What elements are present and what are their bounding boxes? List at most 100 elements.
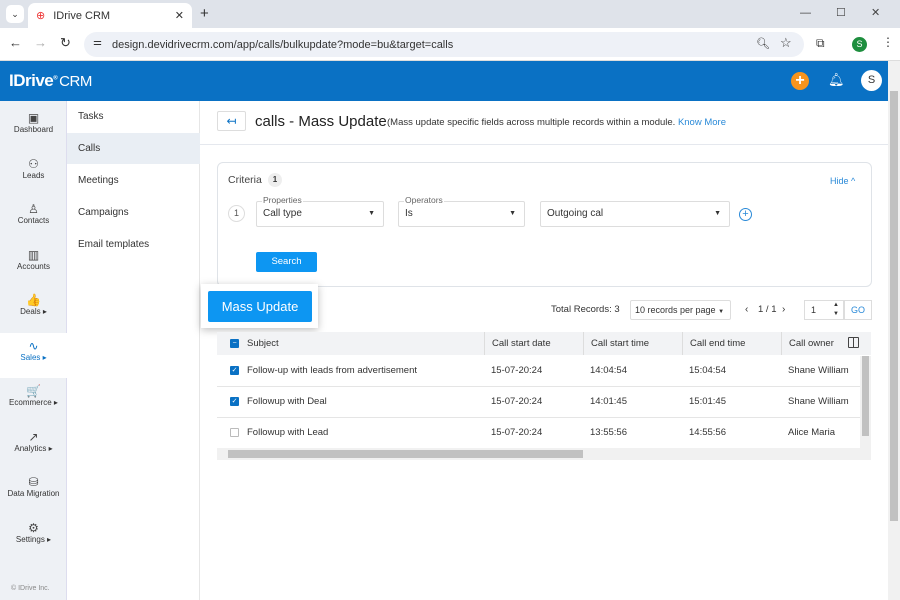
cart-icon: 🛒 — [26, 384, 41, 398]
logo-sub: CRM — [59, 73, 92, 90]
cell-subject[interactable]: Followup with Lead — [247, 418, 328, 447]
cell-subject[interactable]: Followup with Deal — [247, 387, 327, 416]
cell-call-end-time: 14:55:56 — [689, 427, 726, 438]
sidebar-item-contacts[interactable]: ♙ Contacts — [0, 196, 67, 241]
cell-subject[interactable]: Follow-up with leads from advertisement — [247, 356, 417, 385]
site-info-icon[interactable]: ⚌ — [93, 37, 102, 48]
sidebar-item-label: Data Migration — [7, 489, 60, 498]
sidebar-item-accounts[interactable]: ▥ Accounts — [0, 242, 67, 287]
sidebar-item-settings[interactable]: ⚙ Settings ▸ — [0, 515, 67, 560]
next-page-icon[interactable]: › — [782, 304, 785, 315]
pulse-icon: ∿ — [28, 338, 39, 353]
analytics-icon: ↗ — [28, 429, 39, 444]
column-chooser-icon[interactable] — [848, 337, 859, 348]
page-title: calls - Mass Update — [255, 113, 387, 130]
sidebar-item-dashboard[interactable]: ▣ Dashboard — [0, 105, 67, 150]
per-page-select[interactable]: 10 records per page ▼ — [630, 300, 731, 320]
column-header-call-owner[interactable]: Call owner — [781, 332, 834, 355]
extensions-icon[interactable]: ⧉ — [816, 36, 825, 51]
column-header-call-end-time[interactable]: Call end time — [682, 332, 745, 355]
column-header-call-start-time[interactable]: Call start time — [583, 332, 649, 355]
sidebar-item-data-migration[interactable]: ⛁ Data Migration — [0, 469, 67, 514]
new-tab-button[interactable]: + — [200, 5, 209, 22]
table-horizontal-scrollbar[interactable] — [217, 448, 871, 460]
column-header-subject[interactable]: Subject — [240, 332, 279, 355]
bookmark-star-icon[interactable]: ☆ — [780, 35, 792, 51]
cell-call-end-time: 15:04:54 — [689, 365, 726, 376]
know-more-link[interactable]: Know More — [678, 117, 726, 128]
app-header: IDrive® CRM + 🔔︎ S — [0, 61, 888, 101]
sidebar-item-deals[interactable]: 👍 Deals ▸ — [0, 287, 67, 332]
cell-call-owner: Alice Maria — [788, 427, 835, 438]
caret-down-icon: ▼ — [509, 210, 516, 217]
sidebar-item-analytics[interactable]: ↗ Analytics ▸ — [0, 424, 67, 469]
user-avatar[interactable]: S — [861, 70, 882, 91]
window-controls[interactable]: — ☐ ✕ — [800, 6, 880, 19]
table-vertical-scrollbar[interactable] — [860, 356, 871, 448]
properties-select[interactable]: Properties Call type ▼ — [256, 195, 384, 227]
value-select[interactable]: Outgoing cal ▼ — [540, 201, 730, 227]
submenu-item-campaigns[interactable]: Campaigns — [67, 197, 200, 228]
favicon-icon: ⊕ — [36, 10, 46, 22]
cell-call-start-date: 15-07-20:24 — [491, 427, 543, 438]
sidebar-item-label: Leads — [22, 170, 45, 180]
stepper-icon[interactable]: ▲ ▼ — [833, 301, 839, 319]
reload-icon[interactable]: ↻ — [60, 35, 71, 51]
submenu-item-email-templates[interactable]: Email templates — [67, 229, 200, 260]
hide-criteria-link[interactable]: Hide ^ — [830, 176, 855, 186]
sidebar-item-label: Settings ▸ — [15, 534, 52, 544]
criteria-count-badge: 1 — [268, 173, 282, 187]
add-criteria-icon[interactable]: + — [739, 208, 752, 221]
go-button[interactable]: GO — [844, 300, 872, 320]
operators-select[interactable]: Operators Is ▼ — [398, 195, 525, 227]
table-row[interactable]: Followup with Lead 15-07-20:24 13:55:56 14:… — [217, 418, 871, 449]
submenu: Tasks Calls Meetings Campaigns Email templat… — [67, 101, 200, 600]
page-scrollbar[interactable] — [888, 61, 900, 600]
page-subtitle: (Mass update specific fields across mult… — [387, 117, 726, 128]
select-all-checkbox[interactable]: − — [230, 339, 239, 348]
submenu-item-tasks[interactable]: Tasks — [67, 101, 200, 132]
profile-avatar[interactable]: S — [852, 37, 867, 52]
sidebar-item-leads[interactable]: ⚇ Leads — [0, 151, 67, 196]
browser-menu-icon[interactable]: ⋮ — [882, 35, 894, 49]
sidebar-item-sales[interactable]: ∿ Sales ▸ — [0, 332, 67, 378]
forward-icon[interactable]: → — [34, 35, 47, 50]
row-checkbox[interactable] — [230, 428, 239, 437]
row-checkbox[interactable]: ✓ — [230, 397, 239, 406]
bell-icon[interactable]: 🔔︎ — [828, 72, 845, 88]
table-row[interactable]: ✓ Followup with Deal 15-07-20:24 14:01:45 15… — [217, 387, 871, 418]
mass-update-button[interactable]: Mass Update — [208, 291, 312, 322]
sidebar-item-label: Contacts — [17, 216, 50, 225]
properties-value: Call type — [263, 208, 302, 219]
per-page-value: 10 records per page — [635, 305, 716, 315]
zoom-icon[interactable]: 🔍︎ — [756, 37, 770, 50]
page-number-input[interactable]: 1 ▲ ▼ — [804, 300, 844, 320]
column-header-call-start-date[interactable]: Call start date — [484, 332, 551, 355]
logo[interactable]: IDrive® CRM — [9, 71, 92, 91]
table-row[interactable]: ✓ Follow-up with leads from advertisement… — [217, 356, 871, 387]
tab-list-button[interactable]: ⌄ — [6, 5, 24, 23]
caret-down-icon: ▼ — [714, 210, 721, 217]
sidebar: ▣ Dashboard ⚇ Leads ♙ Contacts ▥ Accounts 👍 Deals… — [0, 101, 67, 600]
back-button[interactable]: ↤ — [217, 111, 246, 131]
back-icon[interactable]: ← — [9, 35, 22, 50]
sidebar-item-label: Analytics ▸ — [14, 443, 53, 453]
table-header: − Subject Call start date Call start tim… — [217, 332, 871, 355]
sidebar-item-ecommerce[interactable]: 🛒 Ecommerce ▸ — [0, 378, 67, 423]
add-button[interactable]: + — [791, 72, 809, 90]
database-icon: ⛁ — [28, 475, 39, 489]
prev-page-icon[interactable]: ‹ — [745, 304, 748, 315]
page-header: ↤ calls - Mass Update (Mass update speci… — [200, 101, 888, 145]
row-checkbox[interactable]: ✓ — [230, 366, 239, 375]
accounts-icon: ▥ — [27, 247, 40, 262]
url-input[interactable]: ⚌ design.devidrivecrm.com/app/calls/bulku… — [84, 32, 804, 57]
search-button[interactable]: Search — [256, 252, 317, 272]
cell-call-start-time: 14:04:54 — [590, 365, 627, 376]
close-tab-icon[interactable]: ✕ — [175, 9, 184, 22]
logo-main: IDrive — [9, 71, 54, 90]
submenu-item-meetings[interactable]: Meetings — [67, 165, 200, 196]
submenu-item-calls[interactable]: Calls — [67, 133, 200, 164]
browser-tab[interactable]: ⊕ IDrive CRM ✕ — [28, 3, 192, 28]
cell-call-start-date: 15-07-20:24 — [491, 365, 543, 376]
page-info: 1 / 1 — [758, 304, 777, 315]
